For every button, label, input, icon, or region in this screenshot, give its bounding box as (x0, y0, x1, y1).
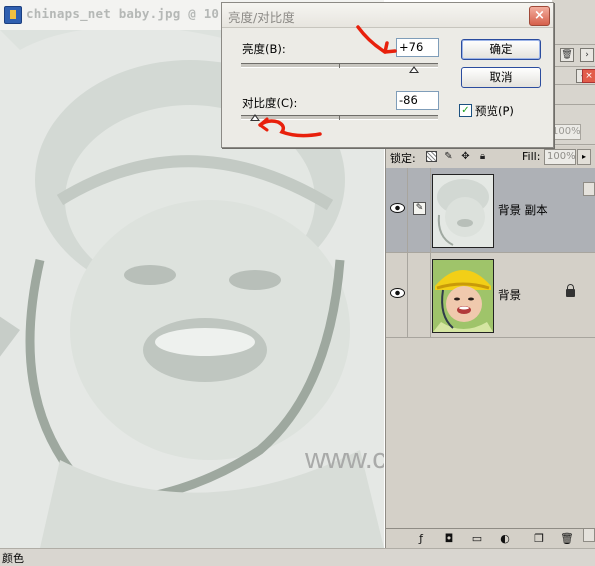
ok-button[interactable]: 确定 (461, 39, 541, 60)
brush-icon: ✎ (413, 202, 426, 215)
preview-checkbox[interactable]: ✓ (459, 104, 472, 117)
lock-transparency-icon[interactable] (426, 151, 437, 162)
panel-row-2: 🗑 › (552, 44, 595, 67)
faded-thumbnail-image (433, 175, 493, 247)
status-bar: 颜色 (0, 548, 595, 566)
layer-lock-icon (566, 284, 575, 297)
layer-row[interactable]: ✎ 背景 副本 (386, 168, 595, 253)
lock-row: 锁定: ✎ ✥ 🔒︎ Fill: 100% ▸ (386, 146, 595, 168)
new-layer-icon[interactable]: ❐ (532, 532, 546, 546)
brightness-label: 亮度(B): (242, 42, 286, 56)
eye-icon[interactable] (390, 203, 405, 213)
panel-row-4 (552, 84, 595, 105)
document-title: chinaps_net baby.jpg @ 10 (26, 6, 220, 21)
watermark: www.chinaps.net (305, 443, 384, 475)
layer-name[interactable]: 背景 副本 (498, 202, 548, 218)
lock-paint-brush-icon[interactable]: ✎ (443, 151, 454, 162)
contrast-input[interactable]: -86 (396, 91, 439, 110)
brightness-slider-thumb[interactable] (409, 66, 420, 73)
layer-row[interactable]: 背景 (386, 253, 595, 338)
red-arrow-annotation (356, 25, 397, 54)
eye-icon[interactable] (390, 288, 405, 298)
edit-state-cell[interactable] (408, 253, 431, 337)
panel-row-1 (552, 0, 595, 45)
brightness-input[interactable]: +76 (396, 38, 439, 57)
trash-icon[interactable]: 🗑 (560, 48, 574, 62)
photoshop-app-icon (4, 6, 22, 24)
new-group-folder-icon[interactable]: ▭ (470, 532, 484, 546)
edit-state-cell[interactable]: ✎ (408, 168, 431, 252)
layer-thumbnail[interactable] (432, 174, 494, 248)
preview-label: 预览(P) (475, 104, 514, 118)
add-mask-icon[interactable]: ◘ (442, 532, 456, 546)
fill-label: Fill: (522, 150, 541, 163)
lock-move-icon[interactable]: ✥ (460, 151, 471, 162)
red-underline-annotation (258, 117, 322, 138)
dialog-title: 亮度/对比度 (228, 10, 295, 25)
panel-scroll-down-icon[interactable] (583, 528, 595, 542)
visibility-cell[interactable] (387, 168, 408, 252)
status-text: 颜色 (2, 552, 24, 565)
lock-all-icon[interactable]: 🔒︎ (477, 151, 488, 162)
visibility-cell[interactable] (387, 253, 408, 337)
more-icon[interactable]: › (580, 48, 594, 62)
contrast-label: 对比度(C): (242, 96, 298, 110)
color-thumbnail-image (433, 260, 493, 332)
close-icon[interactable]: × (529, 6, 550, 26)
delete-layer-trash-icon[interactable]: 🗑 (560, 532, 574, 546)
panel-scroll-up-icon[interactable] (583, 182, 595, 196)
panel-row-3: – × (552, 66, 595, 85)
close-icon[interactable]: × (582, 69, 595, 83)
layer-style-icon[interactable]: ƒ (414, 532, 428, 546)
slider-center-tick (339, 115, 340, 120)
layers-panel: 锁定: ✎ ✥ 🔒︎ Fill: 100% ▸ ✎ 背景 副本 背景 ƒ ◘ ▭… (385, 146, 595, 549)
layer-name[interactable]: 背景 (498, 287, 521, 303)
lock-label: 锁定: (390, 152, 416, 165)
adjustment-layer-icon[interactable]: ◐ (498, 532, 512, 546)
layers-panel-footer: ƒ ◘ ▭ ◐ ❐ 🗑 (386, 528, 595, 549)
fill-field[interactable]: 100% (544, 149, 576, 165)
slider-center-tick (339, 63, 340, 68)
fill-dropdown-arrow-icon[interactable]: ▸ (577, 149, 591, 165)
cancel-button[interactable]: 取消 (461, 67, 541, 88)
layer-thumbnail[interactable] (432, 259, 494, 333)
